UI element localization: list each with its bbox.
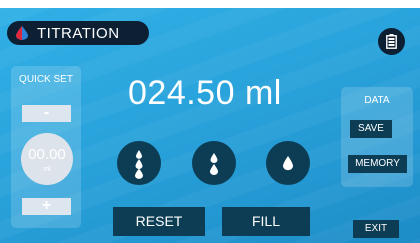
volume-readout: 024.50 ml [128, 74, 282, 112]
save-button[interactable]: SAVE [350, 120, 392, 138]
single-drop-icon [283, 156, 293, 171]
quick-set-title: QUICK SET [19, 74, 73, 85]
data-panel-title: DATA [364, 95, 390, 106]
quick-set-unit: ml [43, 166, 51, 173]
titration-screen: TITRATION QUICK SET - 00.00 ml + 024.50 … [0, 8, 420, 243]
dispense-medium-button[interactable] [192, 141, 236, 185]
battery-button[interactable] [378, 28, 405, 55]
exit-button[interactable]: EXIT [353, 220, 399, 238]
fill-button[interactable]: FILL [222, 207, 310, 236]
quick-set-value: 00.00 [28, 146, 66, 163]
double-drop-icon [210, 153, 218, 175]
quick-set-minus-button[interactable]: - [22, 105, 71, 122]
dispense-small-button[interactable] [266, 141, 310, 185]
data-panel: DATA SAVE MEMORY [341, 87, 413, 187]
battery-icon [386, 34, 397, 49]
reset-button[interactable]: RESET [113, 207, 205, 236]
triple-drop-icon [135, 150, 143, 179]
quick-set-panel: QUICK SET - 00.00 ml + [11, 66, 81, 228]
title-bar: TITRATION [7, 21, 149, 45]
app-title: TITRATION [37, 25, 120, 42]
drop-logo-icon [16, 26, 28, 40]
dispense-large-button[interactable] [117, 141, 161, 185]
quick-set-plus-button[interactable]: + [22, 198, 71, 215]
memory-button[interactable]: MEMORY [348, 155, 407, 173]
quick-set-value-dial[interactable]: 00.00 ml [21, 133, 73, 185]
